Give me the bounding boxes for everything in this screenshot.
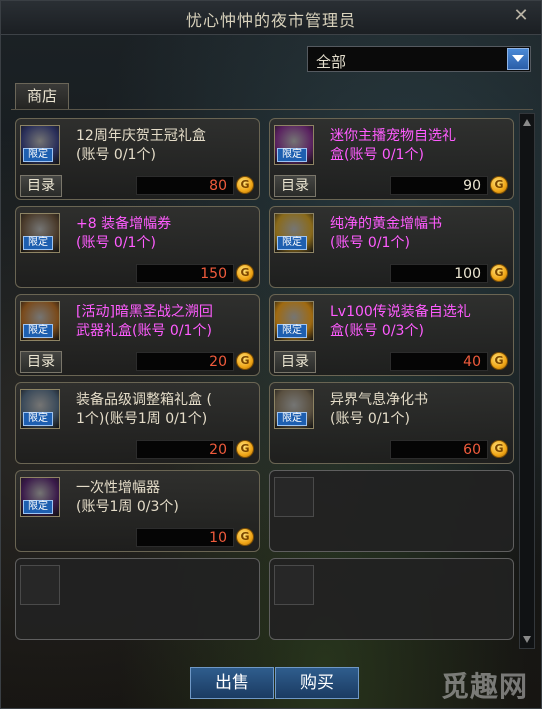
category-dropdown[interactable]: 全部 — [307, 46, 531, 72]
price-box: 40 — [390, 352, 488, 371]
close-icon[interactable]: ✕ — [511, 6, 531, 26]
limited-badge: 限定 — [277, 148, 307, 162]
catalog-button[interactable]: 目录 — [20, 351, 62, 373]
item-price: 90 — [463, 178, 481, 194]
window-title: 忧心忡忡的夜市管理员 — [185, 11, 356, 30]
amplify-ticket-icon[interactable]: 限定 — [20, 213, 60, 253]
item-name: 异界气息净化书 (账号 0/1个) — [330, 392, 428, 427]
item-price: 100 — [454, 266, 481, 282]
gold-coin-icon: G — [490, 176, 508, 194]
item-name: 一次性增幅器 (账号1周 0/3个) — [76, 480, 179, 515]
price-box: 100 — [390, 264, 488, 283]
shop-item-card[interactable]: 限定 纯净的黄金增幅书 (账号 0/1个) 100 G — [269, 206, 514, 288]
item-name: 装备品级调整箱礼盒 ( 1个)(账号1周 0/1个) — [76, 392, 212, 427]
item-name: [活动]暗黑圣战之溯回 武器礼盒(账号 0/1个) — [76, 304, 213, 339]
limited-badge: 限定 — [277, 324, 307, 338]
item-name: 迷你主播宠物自选礼 盒(账号 0/1个) — [330, 128, 456, 163]
shop-item-card[interactable]: 限定 Lv100传说装备自选礼 盒(账号 0/3个) 目录 40 G — [269, 294, 514, 376]
watermark-logo: 觅趣网 — [441, 670, 529, 703]
catalog-button[interactable]: 目录 — [274, 175, 316, 197]
item-price: 80 — [209, 178, 227, 194]
crown-gift-box-icon[interactable]: 限定 — [20, 125, 60, 165]
price-box: 150 — [136, 264, 234, 283]
empty-item-slot — [15, 558, 260, 640]
gold-coin-icon: G — [236, 440, 254, 458]
shop-item-card[interactable]: 限定 +8 装备增幅券 (账号 0/1个) 150 G — [15, 206, 260, 288]
shop-window: 忧心忡忡的夜市管理员 ✕ 全部 商店 限定 12周年庆贺王冠礼盒 (账号 0/1个… — [0, 0, 542, 709]
price-box: 10 — [136, 528, 234, 547]
price-box: 90 — [390, 176, 488, 195]
shop-item-card[interactable]: 限定 12周年庆贺王冠礼盒 (账号 0/1个) 目录 80 G — [15, 118, 260, 200]
gold-coin-icon: G — [236, 528, 254, 546]
gold-coin-icon: G — [490, 440, 508, 458]
weapon-gift-box-icon[interactable]: 限定 — [20, 301, 60, 341]
shop-item-card[interactable]: 限定 迷你主播宠物自选礼 盒(账号 0/1个) 目录 90 G — [269, 118, 514, 200]
legend-gear-box-icon[interactable]: 限定 — [274, 301, 314, 341]
shop-item-card[interactable]: 限定 装备品级调整箱礼盒 ( 1个)(账号1周 0/1个) 20 G — [15, 382, 260, 464]
item-name: +8 装备增幅券 (账号 0/1个) — [76, 216, 172, 251]
shop-item-card[interactable]: 限定 异界气息净化书 (账号 0/1个) 60 G — [269, 382, 514, 464]
empty-item-slot — [269, 470, 514, 552]
scrollbar[interactable] — [519, 113, 535, 649]
golden-book-icon[interactable]: 限定 — [274, 213, 314, 253]
limited-badge: 限定 — [23, 148, 53, 162]
item-price: 40 — [463, 354, 481, 370]
item-price: 20 — [209, 442, 227, 458]
limited-badge: 限定 — [277, 236, 307, 250]
item-price: 20 — [209, 354, 227, 370]
limited-badge: 限定 — [23, 324, 53, 338]
catalog-button[interactable]: 目录 — [274, 351, 316, 373]
tab-divider — [11, 109, 533, 110]
gold-coin-icon: G — [236, 264, 254, 282]
gold-coin-icon: G — [490, 264, 508, 282]
empty-item-slot — [269, 558, 514, 640]
empty-slot-icon — [274, 565, 314, 605]
purify-book-icon[interactable]: 限定 — [274, 389, 314, 429]
scroll-up-icon[interactable] — [522, 118, 532, 128]
item-name: 12周年庆贺王冠礼盒 (账号 0/1个) — [76, 128, 206, 163]
limited-badge: 限定 — [23, 236, 53, 250]
shop-item-card[interactable]: 限定 一次性增幅器 (账号1周 0/3个) 10 G — [15, 470, 260, 552]
item-price: 60 — [463, 442, 481, 458]
item-price: 150 — [200, 266, 227, 282]
item-name: Lv100传说装备自选礼 盒(账号 0/3个) — [330, 304, 471, 339]
gold-coin-icon: G — [236, 352, 254, 370]
one-time-amplifier-icon[interactable]: 限定 — [20, 477, 60, 517]
chevron-down-icon[interactable] — [507, 48, 529, 70]
limited-badge: 限定 — [277, 412, 307, 426]
tab-shop[interactable]: 商店 — [15, 83, 69, 109]
grade-box-icon[interactable]: 限定 — [20, 389, 60, 429]
title-bar[interactable]: 忧心忡忡的夜市管理员 ✕ — [1, 1, 541, 35]
price-box: 80 — [136, 176, 234, 195]
limited-badge: 限定 — [23, 500, 53, 514]
price-box: 20 — [136, 352, 234, 371]
dropdown-selected-value: 全部 — [316, 53, 347, 71]
buy-button[interactable]: 购买 — [275, 667, 359, 699]
price-box: 20 — [136, 440, 234, 459]
limited-badge: 限定 — [23, 412, 53, 426]
item-price: 10 — [209, 530, 227, 546]
empty-slot-icon — [274, 477, 314, 517]
shop-item-card[interactable]: 限定 [活动]暗黑圣战之溯回 武器礼盒(账号 0/1个) 目录 20 G — [15, 294, 260, 376]
gold-coin-icon: G — [490, 352, 508, 370]
sell-button[interactable]: 出售 — [190, 667, 274, 699]
gold-coin-icon: G — [236, 176, 254, 194]
price-box: 60 — [390, 440, 488, 459]
pet-gift-box-icon[interactable]: 限定 — [274, 125, 314, 165]
scroll-down-icon[interactable] — [522, 634, 532, 644]
empty-slot-icon — [20, 565, 60, 605]
item-name: 纯净的黄金增幅书 (账号 0/1个) — [330, 216, 442, 251]
catalog-button[interactable]: 目录 — [20, 175, 62, 197]
